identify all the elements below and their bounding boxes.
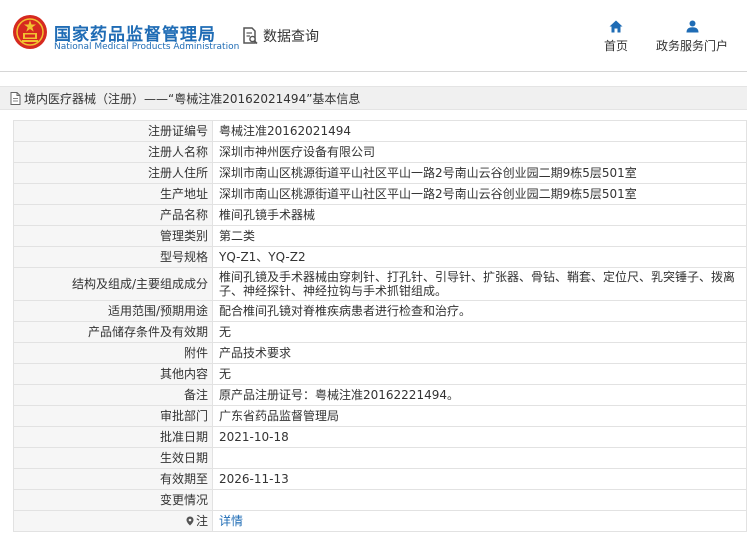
note-label: 注	[186, 514, 208, 528]
home-icon	[609, 20, 623, 33]
table-row: 有效期至 2026-11-13	[13, 468, 747, 490]
table-row: 产品储存条件及有效期 无	[13, 321, 747, 343]
table-row: 注册人住所 深圳市南山区桃源街道平山社区平山一路2号南山云谷创业园二期9栋5层5…	[13, 162, 747, 184]
note-value-cell: 详情	[212, 510, 747, 532]
field-value: 第二类	[212, 225, 747, 247]
table-row: 生产地址 深圳市南山区桃源街道平山社区平山一路2号南山云谷创业园二期9栋5层50…	[13, 183, 747, 205]
details-link[interactable]: 详情	[219, 514, 243, 528]
field-label: 结构及组成/主要组成成分	[13, 267, 213, 301]
field-value: 配合椎间孔镜对脊椎疾病患者进行检查和治疗。	[212, 300, 747, 322]
field-label: 型号规格	[13, 246, 213, 268]
note-label-text: 注	[195, 513, 208, 528]
field-label: 注册人住所	[13, 162, 213, 184]
field-label: 产品名称	[13, 204, 213, 226]
field-value: 深圳市南山区桃源街道平山社区平山一路2号南山云谷创业园二期9栋5层501室	[212, 162, 747, 184]
field-value: 2026-11-13	[212, 468, 747, 490]
breadcrumb-text: 境内医疗器械（注册）——“粤械注准20162021494”基本信息	[24, 91, 361, 106]
location-pin-icon	[186, 516, 194, 525]
table-row: 生效日期	[13, 447, 747, 469]
table-row: 备注 原产品注册证号：粤械注准20162221494。	[13, 384, 747, 406]
field-label: 适用范围/预期用途	[13, 300, 213, 322]
field-value: 原产品注册证号：粤械注准20162221494。	[212, 384, 747, 406]
field-value	[212, 447, 747, 469]
field-value: YQ-Z1、YQ-Z2	[212, 246, 747, 268]
field-label: 审批部门	[13, 405, 213, 427]
field-value: 深圳市南山区桃源街道平山社区平山一路2号南山云谷创业园二期9栋5层501室	[212, 183, 747, 205]
field-label: 批准日期	[13, 426, 213, 448]
document-icon	[10, 91, 21, 105]
field-value: 广东省药品监督管理局	[212, 405, 747, 427]
site-subtitle: National Medical Products Administration	[54, 42, 240, 52]
document-search-icon	[243, 27, 258, 45]
field-value: 无	[212, 321, 747, 343]
nav-service-portal-label: 政务服务门户	[656, 39, 729, 53]
field-value	[212, 489, 747, 511]
table-row: 型号规格 YQ-Z1、YQ-Z2	[13, 246, 747, 268]
table-row: 结构及组成/主要组成成分 椎间孔镜及手术器械由穿刺针、打孔针、引导针、扩张器、骨…	[13, 267, 747, 301]
user-icon	[686, 20, 698, 33]
breadcrumb: 境内医疗器械（注册）——“粤械注准20162021494”基本信息	[0, 86, 747, 110]
field-value: 无	[212, 363, 747, 385]
table-row: 批准日期 2021-10-18	[13, 426, 747, 448]
field-label: 备注	[13, 384, 213, 406]
field-label: 变更情况	[13, 489, 213, 511]
field-label: 注册证编号	[13, 120, 213, 142]
nav-home[interactable]: 首页	[604, 20, 628, 54]
field-label: 有效期至	[13, 468, 213, 490]
table-row: 变更情况	[13, 489, 747, 511]
field-label: 产品储存条件及有效期	[13, 321, 213, 343]
field-label: 生产地址	[13, 183, 213, 205]
field-label: 其他内容	[13, 363, 213, 385]
field-value: 粤械注准20162021494	[212, 120, 747, 142]
site-header: 国家药品监督管理局 National Medical Products Admi…	[0, 0, 747, 72]
data-query-link[interactable]: 数据查询	[240, 26, 319, 46]
field-label: 附件	[13, 342, 213, 364]
field-value: 深圳市神州医疗设备有限公司	[212, 141, 747, 163]
table-row: 附件 产品技术要求	[13, 342, 747, 364]
data-query-label: 数据查询	[263, 29, 319, 45]
field-label: 管理类别	[13, 225, 213, 247]
nav-service-portal[interactable]: 政务服务门户	[656, 20, 728, 54]
field-value: 2021-10-18	[212, 426, 747, 448]
field-label: 注册人名称	[13, 141, 213, 163]
registration-detail-table: 注册证编号 粤械注准20162021494 注册人名称 深圳市神州医疗设备有限公…	[13, 120, 747, 532]
field-value: 产品技术要求	[212, 342, 747, 364]
table-row: 注 详情	[13, 510, 747, 532]
table-row: 产品名称 椎间孔镜手术器械	[13, 204, 747, 226]
field-label: 生效日期	[13, 447, 213, 469]
nav-home-label: 首页	[604, 39, 629, 53]
field-value: 椎间孔镜及手术器械由穿刺针、打孔针、引导针、扩张器、骨钻、鞘套、定位尺、乳突锤子…	[212, 267, 747, 301]
table-row: 审批部门 广东省药品监督管理局	[13, 405, 747, 427]
table-row: 注册证编号 粤械注准20162021494	[13, 120, 747, 142]
table-row: 注册人名称 深圳市神州医疗设备有限公司	[13, 141, 747, 163]
note-label-cell: 注	[13, 510, 213, 532]
field-value: 椎间孔镜手术器械	[212, 204, 747, 226]
table-row: 管理类别 第二类	[13, 225, 747, 247]
table-row: 其他内容 无	[13, 363, 747, 385]
table-row: 适用范围/预期用途 配合椎间孔镜对脊椎疾病患者进行检查和治疗。	[13, 300, 747, 322]
national-emblem-icon	[13, 15, 47, 49]
